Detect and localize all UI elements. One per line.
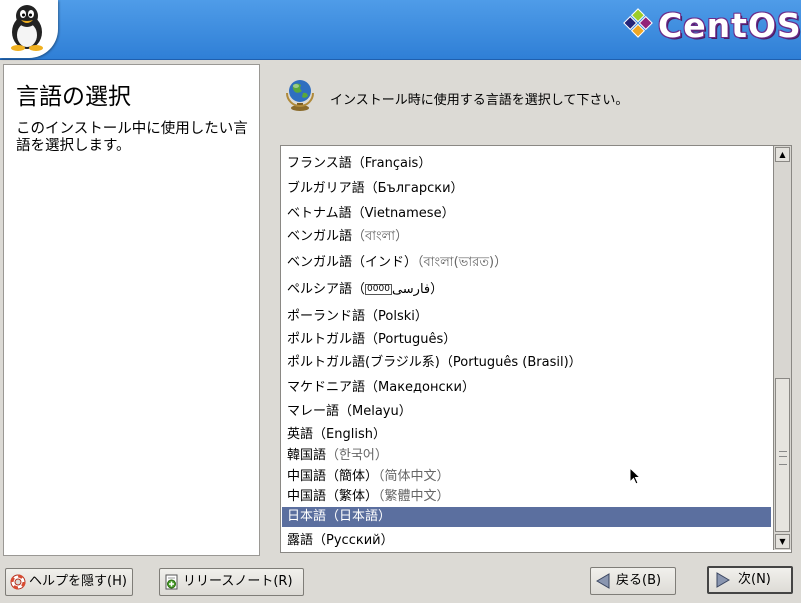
language-name: ベンガル語（インド） — [287, 255, 418, 270]
next-button[interactable]: 次(N) — [707, 566, 793, 594]
help-panel: 言語の選択 このインストール中に使用したい言語を選択します。 — [3, 64, 260, 556]
missing-glyph-box: 0000 — [365, 284, 392, 295]
language-native-name: （বাংলা(ভারত)） — [417, 255, 508, 270]
language-item[interactable]: 露語（Русский） — [282, 531, 771, 551]
language-native-name: （Français） — [351, 156, 432, 171]
language-item[interactable]: マレー語（Melayu） — [282, 402, 771, 422]
document-plus-icon — [165, 574, 178, 590]
lifebuoy-icon — [10, 574, 26, 590]
language-name: ブルガリア語 — [287, 181, 365, 196]
language-name: ポルトガル語 — [287, 332, 366, 347]
language-name: ポーランド語 — [287, 309, 366, 324]
release-notes-label: リリースノート(R) — [183, 574, 293, 589]
language-name: ペルシア語 — [287, 282, 353, 297]
language-native-name: （Melayu） — [339, 404, 412, 419]
globe-icon — [286, 80, 314, 111]
hide-help-label: ヘルプを隠す(H) — [29, 574, 127, 589]
language-native-name: （繁體中文） — [378, 489, 450, 504]
scroll-up-arrow-icon[interactable]: ▲ — [775, 147, 790, 162]
language-name: 中国語（繁体） — [287, 489, 379, 504]
language-item[interactable]: マケドニア語（Македонски） — [282, 378, 771, 398]
release-notes-button[interactable]: リリースノート(R) — [159, 568, 304, 596]
tux-penguin-icon — [11, 5, 43, 51]
language-name: ポルトガル語(ブラジル系) — [287, 355, 440, 370]
language-native-name: （简体中文） — [378, 469, 450, 484]
language-item[interactable]: ベトナム語（Vietnamese） — [282, 204, 771, 224]
language-name: 露語 — [287, 533, 314, 548]
left-arrow-icon — [596, 573, 610, 589]
language-native-name: （Русский） — [313, 533, 394, 548]
language-native-name: فارسی） — [391, 282, 444, 297]
scrollbar[interactable]: ▲ ▼ — [773, 146, 791, 550]
language-name: ベンガル語 — [287, 229, 353, 244]
language-list-items[interactable]: フランス語（Français） ブルガリア語（Български） ベトナム語（Vi… — [281, 146, 772, 552]
language-native-name: （বাংলা） — [352, 229, 409, 244]
language-item[interactable]: 日本語（日本語） — [282, 507, 771, 527]
language-name: フランス語 — [287, 156, 352, 171]
mouse-cursor-icon — [629, 467, 641, 485]
language-item[interactable]: ポーランド語（Polski） — [282, 307, 771, 327]
language-native-name: （Vietnamese） — [351, 206, 455, 221]
centos-logo-text: CentOS — [658, 6, 801, 45]
language-list[interactable]: フランス語（Français） ブルガリア語（Български） ベトナム語（Vi… — [280, 145, 792, 553]
scrollbar-grip — [779, 451, 787, 465]
language-name: 韓国語 — [287, 448, 327, 463]
language-native-name: （Português） — [365, 332, 457, 347]
language-name: 中国語（簡体） — [287, 469, 379, 484]
language-item[interactable]: ベンガル語（インド）（বাংলা(ভারত)） — [282, 253, 771, 273]
language-native-name: （Македонски） — [365, 380, 475, 395]
tux-badge — [0, 0, 58, 58]
language-native-name: （ — [352, 282, 366, 297]
scroll-down-arrow-icon[interactable]: ▼ — [775, 534, 790, 549]
language-item[interactable]: ポルトガル語(ブラジル系)（Português (Brasil)） — [282, 353, 771, 373]
language-native-name: （한국어） — [326, 448, 388, 463]
language-item[interactable]: 中国語（繁体）（繁體中文） — [282, 487, 771, 507]
hide-help-button[interactable]: ヘルプを隠す(H) — [5, 568, 133, 596]
language-native-name: （Português (Brasil)） — [439, 355, 582, 370]
language-item[interactable]: フランス語（Français） — [282, 154, 771, 174]
help-text: このインストール中に使用したい言語を選択します。 — [16, 121, 248, 154]
language-item[interactable]: 英語（English） — [282, 425, 771, 445]
language-native-name: （日本語） — [326, 509, 392, 524]
instruction-text: インストール時に使用する言語を選択して下さい。 — [330, 93, 629, 108]
help-title: 言語の選択 — [16, 84, 131, 110]
language-native-name: （Български） — [364, 181, 464, 196]
language-native-name: （Polski） — [365, 309, 428, 324]
language-item[interactable]: ブルガリア語（Български） — [282, 179, 771, 199]
right-arrow-icon — [716, 572, 730, 588]
language-item[interactable]: 韓国語（한국어） — [282, 446, 771, 466]
language-name: ベトナム語 — [287, 206, 352, 221]
language-name: 英語 — [287, 427, 314, 442]
next-label: 次(N) — [738, 572, 771, 587]
back-button[interactable]: 戻る(B) — [590, 567, 676, 595]
language-item[interactable]: ポルトガル語（Português） — [282, 330, 771, 350]
language-item[interactable]: ベンガル語（বাংলা） — [282, 227, 771, 247]
language-item[interactable]: 中国語（簡体）（简体中文） — [282, 467, 771, 487]
centos-logo-icon — [623, 8, 653, 38]
back-label: 戻る(B) — [616, 573, 662, 588]
language-name: 日本語 — [287, 509, 327, 524]
language-name: マレー語 — [287, 404, 340, 419]
language-native-name: （English） — [313, 427, 386, 442]
scrollbar-thumb[interactable] — [775, 378, 790, 532]
language-item[interactable]: ペルシア語（ 0000 فارسی） — [282, 280, 771, 300]
header-bar: CentOS — [0, 0, 801, 60]
language-name: マケドニア語 — [287, 380, 366, 395]
